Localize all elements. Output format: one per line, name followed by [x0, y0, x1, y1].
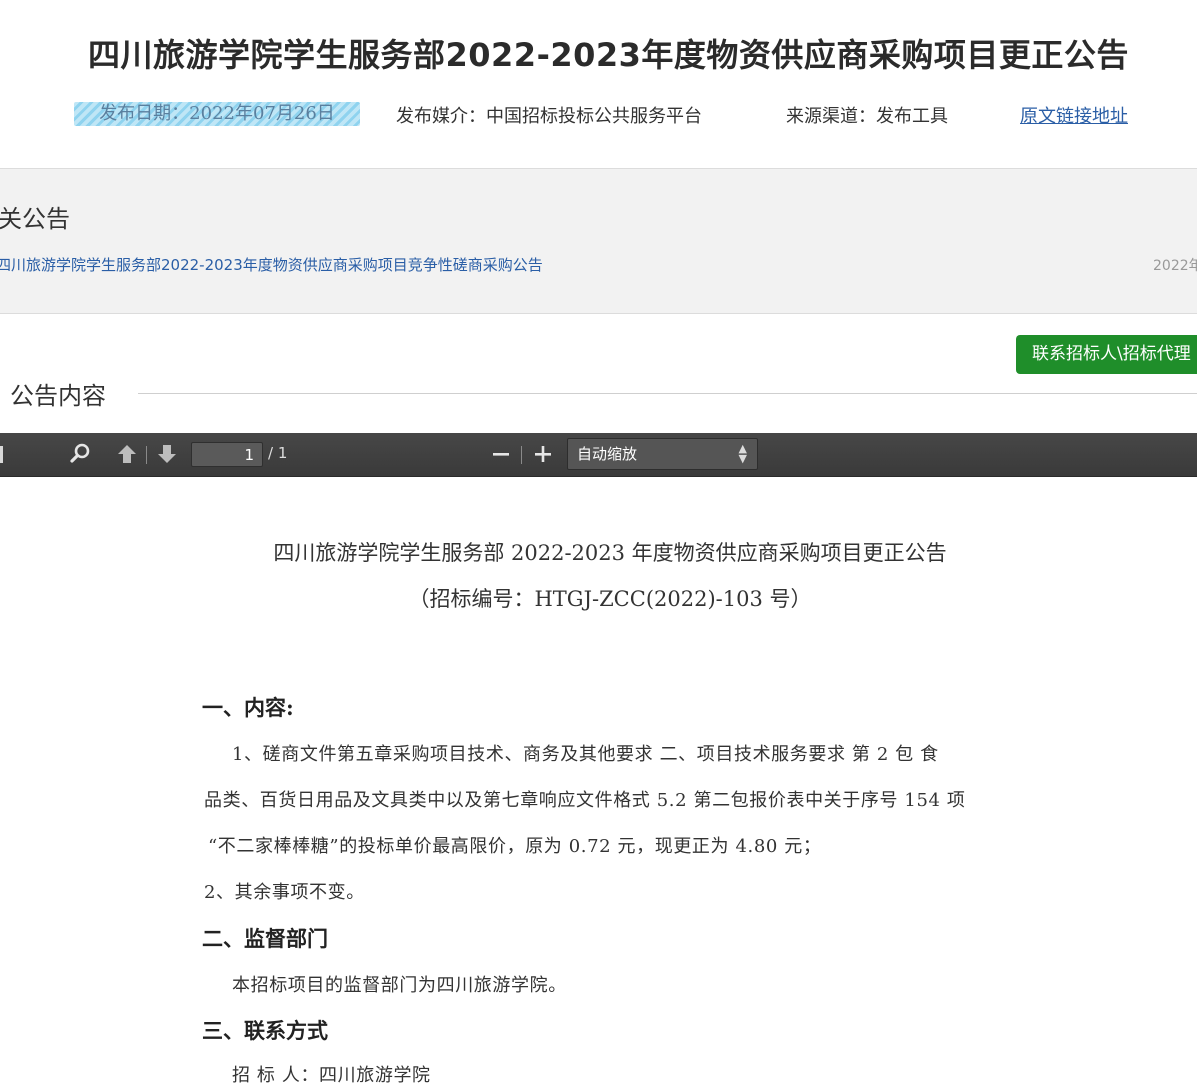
document-title: 四川旅游学院学生服务部 2022-2023 年度物资供应商采购项目更正公告	[273, 541, 947, 565]
original-link[interactable]: 原文链接地址	[1020, 102, 1128, 128]
source-channel: 来源渠道：发布工具	[786, 106, 948, 127]
section-line: 2、其余事项不变。	[204, 882, 365, 903]
page-title: 四川旅游学院学生服务部2022-2023年度物资供应商采购项目更正公告	[88, 36, 1129, 74]
toolbar-separator	[521, 446, 522, 464]
pdf-document-page: 四川旅游学院学生服务部 2022-2023 年度物资供应商采购项目更正公告 （招…	[0, 477, 1197, 1086]
sidebar-toggle-icon[interactable]	[0, 446, 3, 463]
related-item-date: 2022年	[1153, 258, 1197, 274]
page-total: / 1	[268, 444, 288, 462]
section-heading: 二、监督部门	[202, 926, 328, 951]
section-line: “不二家棒棒糖”的投标单价最高限价，原为 0.72 元，现更正为 4.80 元；	[208, 836, 822, 857]
zoom-select-label: 自动缩放	[577, 445, 638, 463]
document-code: （招标编号：HTGJ-ZCC(2022)-103 号）	[408, 587, 812, 611]
section-heading: 三、联系方式	[202, 1018, 328, 1043]
contact-tenderer-button[interactable]: 联系招标人\招标代理	[1016, 335, 1197, 374]
publish-date: 发布日期：2022年07月26日	[74, 102, 360, 126]
zoom-out-icon[interactable]	[488, 441, 514, 467]
search-icon[interactable]	[68, 441, 94, 467]
section-line: 招 标 人：四川旅游学院	[232, 1065, 431, 1086]
section-line: 本招标项目的监督部门为四川旅游学院。	[232, 975, 567, 996]
section-line: 品类、百货日用品及文具类中以及第七章响应文件格式 5.2 第二包报价表中关于序号…	[204, 790, 966, 811]
content-heading: 公告内容	[10, 382, 106, 410]
zoom-select[interactable]: 自动缩放 ▲ ▼	[567, 438, 758, 470]
page-number-input[interactable]: 1	[191, 442, 263, 467]
section-heading: 一、内容:	[202, 695, 294, 720]
related-title: 关公告	[0, 205, 70, 233]
heading-divider	[138, 393, 1197, 394]
pdf-toolbar: 1 / 1 自动缩放 ▲ ▼	[0, 433, 1197, 477]
related-announcements: 关公告 四川旅游学院学生服务部2022-2023年度物资供应商采购项目竞争性磋商…	[0, 168, 1197, 314]
select-arrows-icon: ▲ ▼	[738, 442, 747, 465]
related-item-link[interactable]: 四川旅游学院学生服务部2022-2023年度物资供应商采购项目竞争性磋商采购公告	[0, 254, 543, 275]
publish-media: 发布媒介：中国招标投标公共服务平台	[396, 106, 702, 127]
previous-page-icon[interactable]	[114, 441, 140, 467]
toolbar-separator	[146, 446, 147, 464]
next-page-icon[interactable]	[154, 441, 180, 467]
section-line: 1、磋商文件第五章采购项目技术、商务及其他要求 二、项目技术服务要求 第 2 包…	[232, 744, 939, 765]
zoom-in-icon[interactable]	[530, 441, 556, 467]
